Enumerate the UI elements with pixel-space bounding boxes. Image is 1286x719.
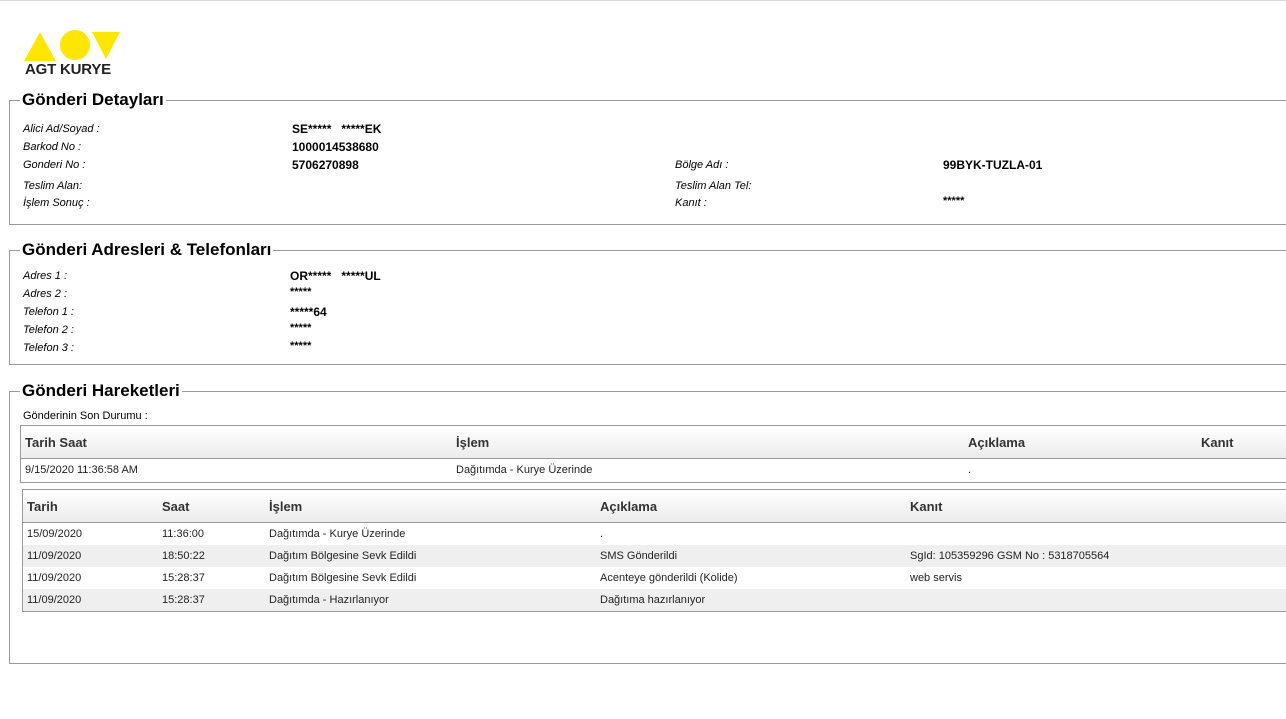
- telefon2-value: *****: [290, 322, 312, 334]
- col-tarih: Tarih: [23, 490, 158, 523]
- cell-saat: 15:28:37: [158, 589, 265, 611]
- table-row: 11/09/2020 15:28:37 Dağıtımda - Hazırlan…: [23, 589, 1286, 611]
- table-row: 9/15/2020 11:36:58 AM Dağıtımda - Kurye …: [21, 459, 1286, 482]
- col-islem: İşlem: [265, 490, 596, 523]
- barkod-label: Barkod No :: [23, 141, 82, 153]
- history-header-row: Tarih Saat İşlem Açıklama Kanıt: [23, 490, 1286, 523]
- col-saat: Saat: [158, 490, 265, 523]
- cell-kanit: SgId: 105359296 GSM No : 5318705564: [906, 545, 1286, 567]
- alici-value: SE***** *****EK: [292, 122, 382, 136]
- cell-aciklama: Acenteye gönderildi (Kolide): [600, 572, 738, 584]
- details-section: Gönderi Detayları Alici Ad/Soyad : SE***…: [9, 90, 1286, 225]
- adres2-label: Adres 2 :: [23, 288, 68, 300]
- cell-aciklama: .: [600, 528, 604, 540]
- history-grid: Tarih Saat İşlem Açıklama Kanıt 15/09/20…: [22, 489, 1286, 612]
- kanit-value: *****: [943, 195, 965, 207]
- teslim-alan-tel-label: Teslim Alan Tel:: [675, 180, 752, 192]
- cell-kanit: [906, 589, 1286, 611]
- agt-kurye-logo: AGT KURYE: [24, 30, 124, 80]
- bolge-value: 99BYK-TUZLA-01: [943, 158, 1043, 172]
- teslim-alan-label: Teslim Alan:: [23, 180, 83, 192]
- cell-saat: 18:50:22: [158, 545, 265, 567]
- col-tarih-saat: Tarih Saat: [21, 426, 452, 459]
- adres2-value: *****: [290, 286, 312, 298]
- details-title: Gönderi Detayları: [20, 90, 166, 110]
- cell-islem: Dağıtımda - Kurye Üzerinde: [456, 464, 593, 476]
- adres1-value: OR***** *****UL: [290, 269, 381, 283]
- barkod-value: 1000014538680: [292, 140, 379, 154]
- islem-sonuc-label: İşlem Sonuç :: [23, 197, 90, 209]
- table-row: 15/09/2020 11:36:00 Dağıtımda - Kurye Üz…: [23, 523, 1286, 546]
- cell-kanit: [1197, 459, 1286, 482]
- addresses-title: Gönderi Adresleri & Telefonları: [20, 240, 274, 260]
- cell-kanit: [906, 523, 1286, 546]
- col-aciklama: Açıklama: [964, 426, 1197, 459]
- cell-tarih: 11/09/2020: [23, 589, 158, 611]
- cell-tarih: 11/09/2020: [23, 545, 158, 567]
- cell-tarih: 15/09/2020: [27, 528, 83, 540]
- gonderi-no-label: Gonderi No :: [23, 159, 86, 171]
- bolge-label: Bölge Adı :: [675, 159, 729, 171]
- col-kanit: Kanıt: [906, 490, 1286, 523]
- logo-shapes-icon: [24, 30, 120, 61]
- movements-section: Gönderi Hareketleri Gönderinin Son Durum…: [9, 381, 1286, 664]
- col-kanit: Kanıt: [1197, 426, 1286, 459]
- cell-aciklama: SMS Gönderildi: [596, 545, 906, 567]
- telefon2-label: Telefon 2 :: [23, 324, 74, 336]
- cell-saat: 11:36:00: [162, 528, 205, 540]
- cell-saat: 15:28:37: [162, 572, 205, 584]
- col-islem: İşlem: [452, 426, 964, 459]
- table-row: 11/09/2020 15:28:37 Dağıtım Bölgesine Se…: [23, 567, 1286, 589]
- table-row: 11/09/2020 18:50:22 Dağıtım Bölgesine Se…: [23, 545, 1286, 567]
- col-aciklama: Açıklama: [596, 490, 906, 523]
- cell-tarih: 11/09/2020: [27, 572, 82, 584]
- kanit-label: Kanıt :: [675, 197, 707, 209]
- telefon1-label: Telefon 1 :: [23, 306, 74, 318]
- cell-islem: Dağıtım Bölgesine Sevk Edildi: [265, 545, 596, 567]
- gonderi-no-value: 5706270898: [292, 158, 359, 172]
- last-status-label: Gönderinin Son Durumu :: [23, 410, 148, 422]
- cell-aciklama: .: [968, 464, 972, 476]
- alici-label: Alici Ad/Soyad :: [23, 123, 100, 135]
- cell-tarih-saat: 9/15/2020 11:36:58 AM: [25, 464, 138, 476]
- last-status-header-row: Tarih Saat İşlem Açıklama Kanıt: [21, 426, 1286, 459]
- cell-aciklama: Dağıtıma hazırlanıyor: [596, 589, 906, 611]
- cell-islem: Dağıtım Bölgesine Sevk Edildi: [269, 572, 417, 584]
- movements-title: Gönderi Hareketleri: [20, 381, 182, 401]
- telefon3-label: Telefon 3 :: [23, 342, 74, 354]
- telefon1-value: *****64: [290, 305, 327, 319]
- addresses-section: Gönderi Adresleri & Telefonları Adres 1 …: [9, 240, 1286, 365]
- telefon3-value: *****: [290, 340, 312, 352]
- cell-islem: Dağıtımda - Hazırlanıyor: [265, 589, 596, 611]
- adres1-label: Adres 1 :: [23, 270, 68, 282]
- cell-kanit: web servis: [910, 572, 962, 584]
- logo-text: AGT KURYE: [25, 61, 111, 78]
- cell-islem: Dağıtımda - Kurye Üzerinde: [269, 528, 406, 540]
- last-status-grid: Tarih Saat İşlem Açıklama Kanıt 9/15/202…: [20, 425, 1286, 483]
